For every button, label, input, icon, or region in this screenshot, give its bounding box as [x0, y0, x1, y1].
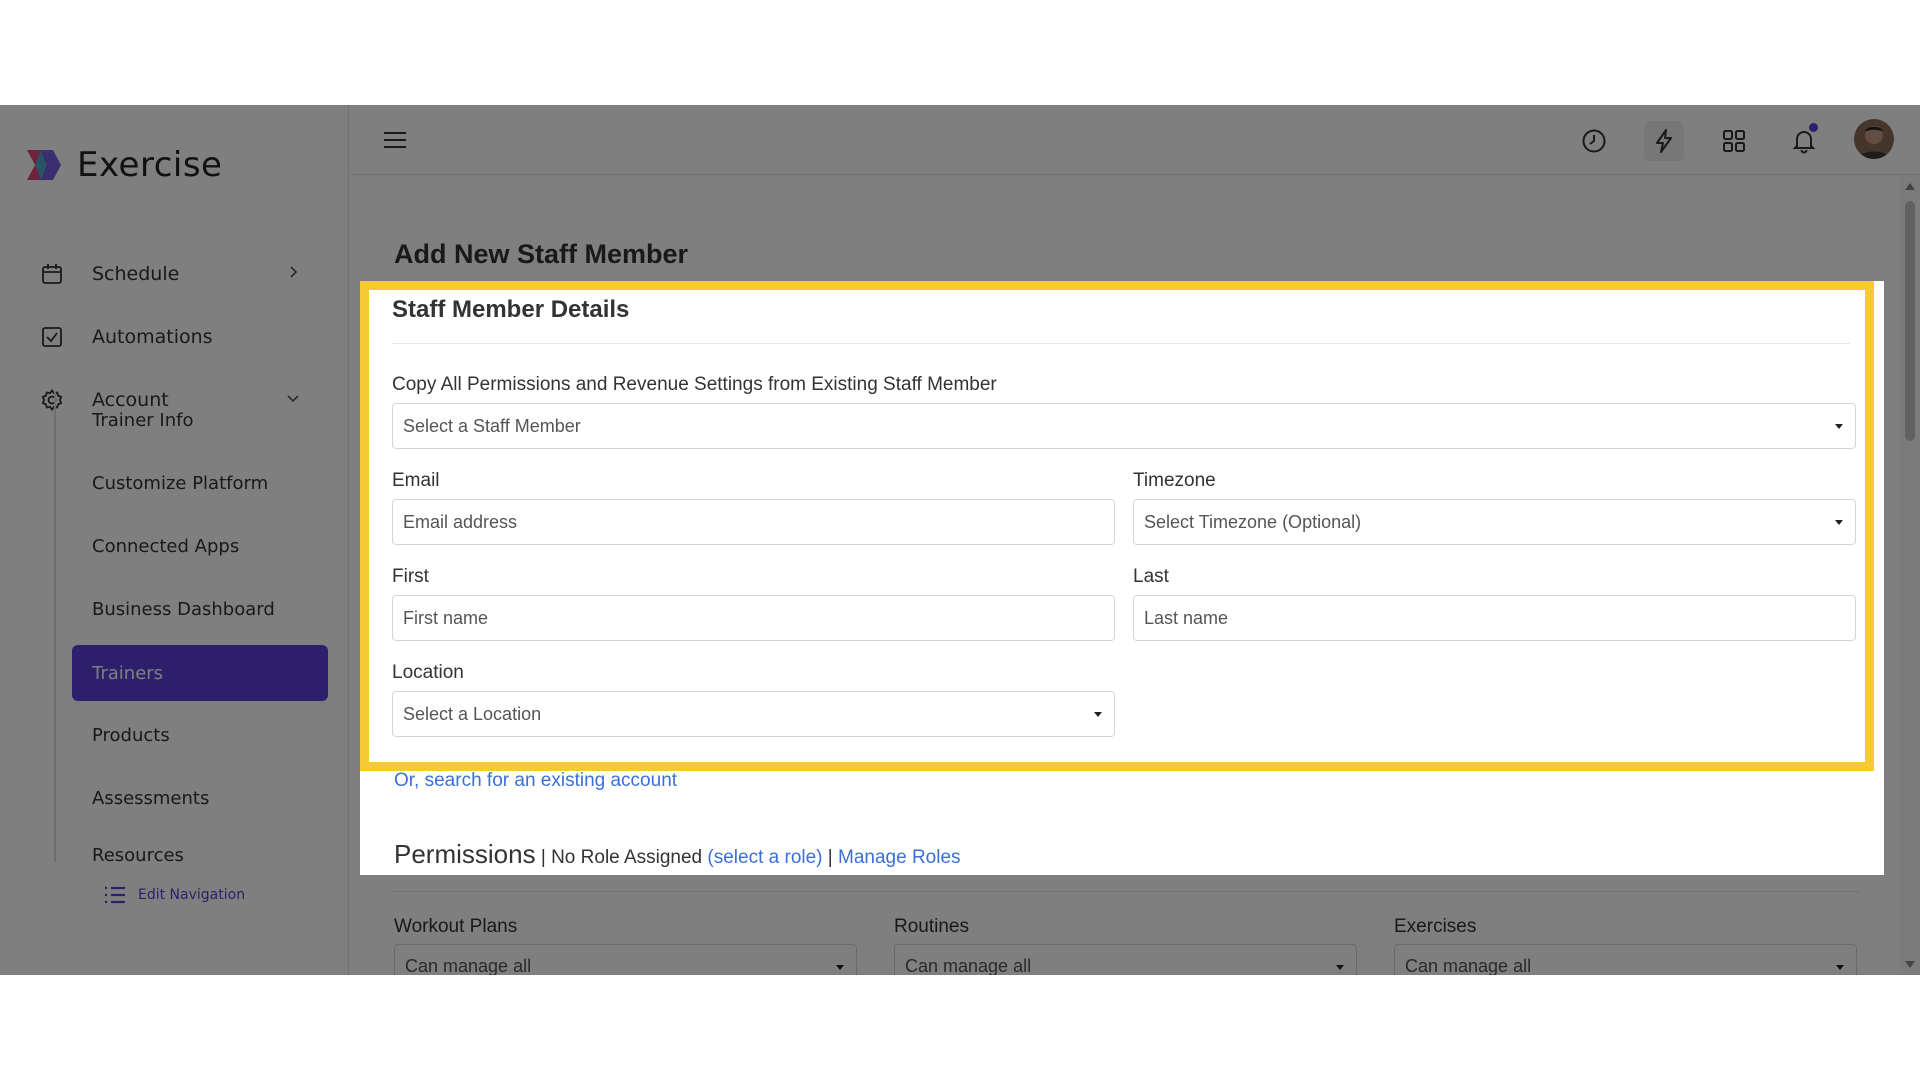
divider: [394, 891, 1860, 892]
app-window: Exercise Schedule Automations Account Tr…: [0, 105, 1920, 975]
last-name-label: Last: [1133, 566, 1169, 587]
clock-icon: [1582, 129, 1606, 153]
select-value: Select a Staff Member: [403, 415, 581, 436]
select-value: Select Timezone (Optional): [1144, 511, 1362, 532]
sidebar: Exercise Schedule Automations Account Tr…: [0, 105, 349, 975]
select-value: Can manage all: [905, 955, 1032, 976]
exercises-select[interactable]: Can manage all: [1394, 944, 1857, 975]
divider: [392, 343, 1850, 344]
gear-icon: [41, 389, 63, 411]
sidebar-item-label: Automations: [92, 326, 213, 348]
workout-plans-select[interactable]: Can manage all: [394, 944, 857, 975]
select-value: Can manage all: [1405, 955, 1532, 976]
caret-down-icon: [1835, 520, 1843, 525]
routines-select[interactable]: Can manage all: [894, 944, 1357, 975]
location-label: Location: [392, 662, 464, 683]
page-scrollbar[interactable]: [1900, 176, 1920, 975]
last-name-field[interactable]: [1133, 595, 1856, 641]
email-field[interactable]: [392, 499, 1115, 545]
caret-down-icon: [1835, 424, 1843, 429]
caret-down-icon: [836, 965, 844, 970]
first-name-label: First: [392, 566, 429, 587]
copy-permissions-label: Copy All Permissions and Revenue Setting…: [392, 374, 997, 395]
chevron-right-icon: [290, 266, 298, 278]
calendar-icon: [42, 264, 62, 284]
workout-plans-label: Workout Plans: [394, 916, 518, 937]
permissions-title: Permissions: [394, 839, 536, 869]
select-value: Select a Location: [403, 703, 542, 724]
sidebar-item-automations[interactable]: Automations: [42, 308, 328, 366]
checkbox-icon: [42, 327, 62, 347]
timezone-label: Timezone: [1133, 470, 1216, 491]
last-name-input[interactable]: [1144, 607, 1855, 629]
lightning-icon: [1656, 129, 1672, 153]
email-label: Email: [392, 470, 440, 491]
sidebar-item-label: Schedule: [92, 263, 180, 285]
caret-down-icon: [1336, 965, 1344, 970]
exercise-logo-icon: [27, 150, 61, 180]
menu-icon[interactable]: [382, 127, 408, 153]
sidebar-item-connected-apps[interactable]: Connected Apps: [72, 518, 328, 574]
manage-roles-link[interactable]: Manage Roles: [838, 847, 961, 868]
list-icon: [105, 886, 125, 904]
avatar[interactable]: [1854, 119, 1894, 159]
grid-icon: [1723, 130, 1745, 152]
scroll-down-arrow-icon[interactable]: [1905, 961, 1915, 968]
edit-navigation-link[interactable]: Edit Navigation: [104, 885, 245, 905]
scroll-thumb[interactable]: [1905, 201, 1915, 441]
copy-staff-select[interactable]: Select a Staff Member: [392, 403, 1856, 449]
sidebar-item-products[interactable]: Products: [72, 707, 328, 763]
sidebar-item-trainer-info[interactable]: Trainer Info: [72, 392, 328, 448]
subnav-line: [54, 392, 56, 862]
location-select[interactable]: Select a Location: [392, 691, 1115, 737]
scroll-up-arrow-icon[interactable]: [1905, 183, 1915, 190]
section-title: Staff Member Details: [392, 296, 630, 323]
sidebar-item-resources[interactable]: Resources: [72, 835, 328, 875]
sidebar-item-assessments[interactable]: Assessments: [72, 770, 328, 826]
caret-down-icon: [1094, 712, 1102, 717]
exercises-label: Exercises: [1394, 916, 1477, 937]
first-name-input[interactable]: [403, 607, 1114, 629]
role-status: | No Role Assigned: [535, 847, 708, 868]
notifications-button[interactable]: [1784, 121, 1824, 161]
top-bar: [350, 105, 1920, 175]
edit-navigation-label: Edit Navigation: [138, 887, 246, 903]
select-role-link[interactable]: (select a role): [707, 847, 822, 868]
quick-actions-button[interactable]: [1644, 121, 1684, 161]
sidebar-item-customize-platform[interactable]: Customize Platform: [72, 455, 328, 511]
first-name-field[interactable]: [392, 595, 1115, 641]
caret-down-icon: [1836, 965, 1844, 970]
sidebar-item-trainers[interactable]: Trainers: [72, 645, 328, 701]
main-content: Add New Staff Member Staff Member Detail…: [350, 176, 1900, 975]
routines-label: Routines: [894, 916, 969, 937]
app-name: Exercise: [77, 145, 223, 185]
email-input[interactable]: [403, 511, 1114, 533]
separator: |: [822, 847, 839, 868]
permissions-header: Permissions | No Role Assigned (select a…: [394, 839, 961, 870]
sidebar-item-business-dashboard[interactable]: Business Dashboard: [72, 581, 328, 637]
staff-details-panel: Staff Member Details Copy All Permission…: [360, 281, 1874, 771]
apps-button[interactable]: [1714, 121, 1754, 161]
select-value: Can manage all: [405, 955, 532, 976]
sidebar-item-label: Trainers: [92, 662, 164, 684]
sidebar-item-schedule[interactable]: Schedule: [42, 245, 328, 303]
notification-dot: [1809, 123, 1818, 132]
page-title: Add New Staff Member: [394, 239, 689, 269]
search-existing-account-link[interactable]: Or, search for an existing account: [394, 770, 677, 792]
timezone-select[interactable]: Select Timezone (Optional): [1133, 499, 1856, 545]
history-button[interactable]: [1574, 121, 1614, 161]
logo[interactable]: Exercise: [25, 145, 222, 185]
